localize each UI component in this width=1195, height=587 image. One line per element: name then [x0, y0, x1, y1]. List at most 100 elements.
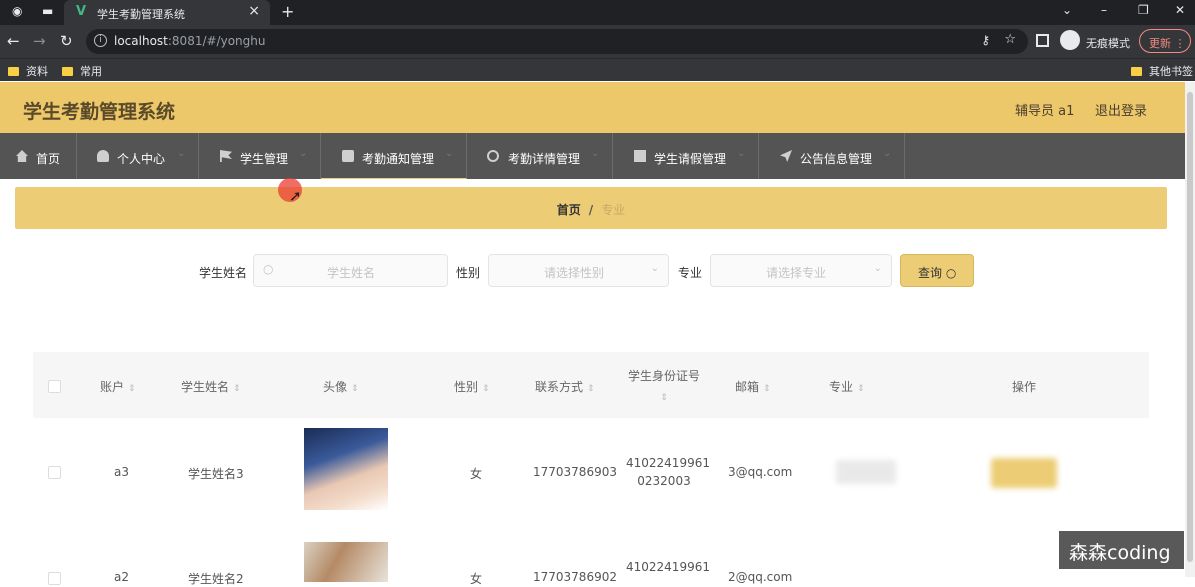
folder-icon — [1131, 67, 1142, 76]
sort-icon[interactable]: ⇕ — [482, 384, 490, 394]
gender-label: 性别 — [456, 266, 481, 280]
update-button[interactable]: 更新 ⋮ — [1139, 29, 1191, 53]
column-header[interactable]: 专业 ⇕ — [829, 378, 865, 395]
breadcrumb-home[interactable]: 首页 — [557, 203, 581, 217]
logout-link[interactable]: 退出登录 — [1095, 100, 1147, 119]
back-icon[interactable]: ← — [7, 32, 20, 50]
browser-titlebar: ◉ ▬ V 学生考勤管理系统 × + ⌄ – ❐ ✕ — [0, 0, 1195, 25]
column-header[interactable]: 学生身份证号 ⇕ — [628, 366, 700, 408]
current-user: 辅导员 a1 — [1015, 104, 1075, 119]
id-number-cell: 41022419961 — [626, 560, 710, 574]
bookmarks-bar: 资料 常用 其他书签 — [0, 58, 1195, 81]
column-header: 操作 — [1012, 380, 1037, 394]
query-button[interactable]: 查询 ○ — [900, 254, 974, 287]
breadcrumb-separator: / — [588, 203, 594, 217]
sort-icon[interactable]: ⇕ — [128, 384, 136, 394]
menu-label: 学生请假管理 — [654, 152, 727, 166]
avatar — [304, 542, 388, 582]
gender-placeholder: 请选择性别 — [544, 266, 605, 280]
side-panel-icon[interactable] — [1036, 34, 1049, 47]
bookmark-folder-1[interactable]: 资料 — [8, 63, 48, 79]
breadcrumb: 首页 / 专业 — [15, 187, 1167, 229]
email-cell: 3@qq.com — [728, 465, 793, 479]
phone-cell: 17703786903 — [533, 465, 617, 479]
menu-item-attendance-detail[interactable]: 考勤详情管理 ⌄ — [467, 133, 613, 179]
minimize-icon[interactable]: – — [1101, 3, 1107, 17]
sort-icon[interactable]: ⇕ — [763, 384, 771, 394]
select-all-checkbox[interactable] — [48, 380, 61, 393]
home-icon — [16, 150, 28, 162]
table-header: 账户 ⇕ 学生姓名 ⇕ 头像 ⇕ 性别 ⇕ 联系方式 ⇕ 学生身份证号 ⇕ 邮箱 ⇕ 专业 ⇕ … — [33, 352, 1149, 418]
menu-item-attendance-notice[interactable]: 考勤通知管理 ⌄ — [321, 133, 467, 179]
avatar — [304, 428, 388, 510]
column-header[interactable]: 学生姓名 ⇕ — [181, 378, 241, 395]
major-placeholder: 请选择专业 — [766, 266, 827, 280]
account-cell: a2 — [114, 570, 129, 584]
restore-icon[interactable]: ❐ — [1138, 3, 1149, 17]
browser-toolbar: ← → ↻ i localhost:8081/#/yonghu ⚷ ☆ 无痕模式… — [0, 25, 1195, 58]
action-button[interactable] — [991, 458, 1057, 488]
row-checkbox[interactable] — [48, 572, 61, 585]
phone-cell: 17703786902 — [533, 570, 617, 584]
menu-label: 考勤通知管理 — [362, 152, 435, 166]
account-cell: a3 — [114, 465, 129, 479]
other-bookmarks[interactable]: 其他书签 — [1131, 63, 1193, 79]
column-header[interactable]: 账户 ⇕ — [100, 378, 136, 395]
column-header[interactable]: 邮箱 ⇕ — [735, 378, 771, 395]
star-icon[interactable]: ☆ — [1004, 32, 1016, 47]
name-search-placeholder: 学生姓名 — [327, 266, 376, 280]
close-tab-icon[interactable]: × — [248, 3, 260, 19]
address-bar[interactable]: i localhost:8081/#/yonghu ⚷ ☆ — [86, 29, 1028, 54]
column-header[interactable]: 联系方式 ⇕ — [535, 378, 595, 395]
query-button-label: 查询 — [918, 266, 943, 280]
major-select[interactable]: 请选择专业 ⌄ — [710, 254, 892, 287]
page-scrollbar[interactable] — [1185, 82, 1195, 577]
info-icon[interactable]: i — [94, 34, 107, 47]
top-menu: 首页 个人中心 ⌄ 学生管理 ⌄ 考勤通知管理 ⌄ 考勤详情管理 ⌄ 学生请假管… — [0, 133, 1185, 179]
bookmark-folder-2[interactable]: 常用 — [62, 63, 102, 79]
chevron-down-icon[interactable]: ⌄ — [1062, 3, 1072, 17]
menu-label: 考勤详情管理 — [508, 152, 581, 166]
menu-label: 个人中心 — [117, 152, 166, 166]
url-text: localhost:8081/#/yonghu — [114, 34, 266, 48]
major-cell — [836, 460, 896, 484]
sort-icon[interactable]: ⇕ — [660, 393, 668, 403]
key-icon[interactable]: ⚷ — [981, 33, 990, 47]
column-header[interactable]: 性别 ⇕ — [454, 378, 490, 395]
user-icon — [97, 150, 109, 162]
menu-item-profile[interactable]: 个人中心 ⌄ — [77, 133, 199, 179]
gender-cell: 女 — [470, 572, 483, 586]
gender-cell: 女 — [470, 467, 483, 481]
new-tab-icon[interactable]: + — [281, 2, 294, 21]
menu-item-home[interactable]: 首页 — [0, 133, 77, 179]
folder-icon — [62, 67, 73, 76]
menu-item-students[interactable]: 学生管理 ⌄ — [199, 133, 321, 179]
reload-icon[interactable]: ↻ — [60, 32, 73, 50]
tab-title: 学生考勤管理系统 — [97, 8, 185, 21]
name-cell: 学生姓名3 — [188, 467, 244, 481]
app-title: 学生考勤管理系统 — [23, 101, 176, 123]
sort-icon[interactable]: ⇕ — [233, 384, 241, 394]
forward-icon[interactable]: → — [33, 32, 46, 50]
sort-icon[interactable]: ⇕ — [587, 384, 595, 394]
sort-icon[interactable]: ⇕ — [857, 384, 865, 394]
menu-label: 首页 — [36, 152, 61, 166]
message-icon — [342, 150, 354, 162]
column-header[interactable]: 头像 ⇕ — [323, 378, 359, 395]
send-icon — [780, 150, 792, 162]
close-window-icon[interactable]: ✕ — [1175, 3, 1185, 17]
browser-tab[interactable]: V 学生考勤管理系统 × — [64, 0, 270, 25]
chevron-down-icon: ⌄ — [650, 263, 659, 274]
row-checkbox[interactable] — [48, 466, 61, 479]
menu-item-leave[interactable]: 学生请假管理 ⌄ — [613, 133, 759, 179]
menu-item-announcement[interactable]: 公告信息管理 ⌄ — [759, 133, 905, 179]
folder-icon — [8, 67, 19, 76]
tab-search-icon[interactable]: ▬ — [42, 4, 53, 18]
email-cell: 2@qq.com — [728, 570, 793, 584]
name-search-input[interactable]: ○ 学生姓名 — [253, 254, 448, 287]
chevron-down-icon: ⌄ — [873, 263, 882, 274]
scrollbar-thumb[interactable] — [1187, 92, 1193, 562]
gender-select[interactable]: 请选择性别 ⌄ — [488, 254, 669, 287]
clock-icon — [487, 150, 499, 162]
sort-icon[interactable]: ⇕ — [351, 384, 359, 394]
